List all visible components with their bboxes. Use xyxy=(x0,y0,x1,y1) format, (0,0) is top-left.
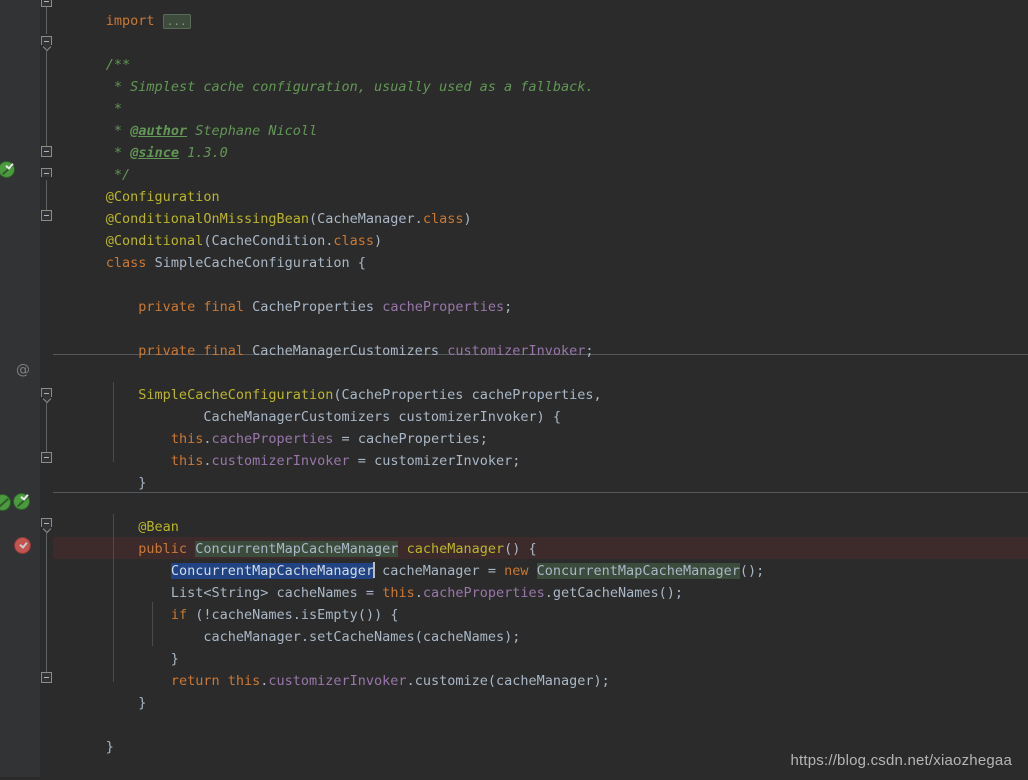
code-line[interactable]: /** xyxy=(0,32,130,73)
keyword-this: this xyxy=(170,453,204,469)
code-line[interactable]: if (!cacheNames.isEmpty()) { xyxy=(0,582,399,623)
code-line[interactable]: this.customizerInvoker = customizerInvok… xyxy=(0,428,521,469)
code-line[interactable]: @Configuration xyxy=(0,164,220,205)
field-customizer-invoker[interactable]: customizerInvoker xyxy=(447,343,585,359)
code-line[interactable]: @ConditionalOnMissingBean(CacheManager.c… xyxy=(0,186,472,227)
code-line[interactable]: } xyxy=(0,450,146,491)
class-name[interactable]: SimpleCacheConfiguration xyxy=(155,255,350,271)
param-customizer-invoker[interactable]: customizerInvoker xyxy=(374,453,512,469)
code-line[interactable]: @Bean xyxy=(0,494,179,535)
method-separator-bean xyxy=(53,492,1028,493)
type-cache-properties[interactable]: CacheProperties xyxy=(252,299,374,315)
keyword-private: private xyxy=(138,299,196,315)
code-line[interactable]: } xyxy=(0,714,114,755)
code-editor[interactable]: @ import ... /** * Simplest cache config… xyxy=(0,0,1028,777)
code-line[interactable]: } xyxy=(0,626,179,667)
code-line[interactable]: return this.customizerInvoker.customize(… xyxy=(0,648,610,689)
method-get-cache-names[interactable]: getCacheNames xyxy=(553,585,659,601)
watermark-url: https://blog.csdn.net/xiaozhegaa xyxy=(790,752,1012,769)
method-customize[interactable]: customize xyxy=(415,673,488,689)
local-var-cache-manager[interactable]: cacheManager xyxy=(203,629,301,645)
keyword-import: import xyxy=(105,13,155,29)
keyword-final: final xyxy=(203,343,244,359)
code-line[interactable]: private final CacheProperties cachePrope… xyxy=(0,274,512,315)
field-customizer-invoker[interactable]: customizerInvoker xyxy=(268,673,406,689)
code-line[interactable]: SimpleCacheConfiguration(CacheProperties… xyxy=(0,362,601,403)
javadoc-since-tag[interactable]: @since xyxy=(130,145,179,161)
code-line[interactable]: @Conditional(CacheCondition.class) xyxy=(0,208,382,249)
method-set-cache-names[interactable]: setCacheNames xyxy=(309,629,415,645)
code-line[interactable]: * xyxy=(0,76,122,117)
keyword-class: class xyxy=(105,255,147,271)
code-line[interactable]: private final CacheManagerCustomizers cu… xyxy=(0,318,593,359)
code-line[interactable]: } xyxy=(0,670,146,711)
code-content[interactable]: import ... /** * Simplest cache configur… xyxy=(0,0,1028,777)
code-line[interactable]: CacheManagerCustomizers customizerInvoke… xyxy=(0,384,561,425)
keyword-private: private xyxy=(138,343,196,359)
field-cache-properties[interactable]: cacheProperties xyxy=(382,299,504,315)
field-customizer-invoker[interactable]: customizerInvoker xyxy=(211,453,349,469)
code-line[interactable]: * Simplest cache configuration, usually … xyxy=(0,54,594,95)
field-cache-properties[interactable]: cacheProperties xyxy=(423,585,545,601)
code-line[interactable]: * @author Stephane Nicoll xyxy=(0,98,317,139)
code-line[interactable]: cacheManager.setCacheNames(cacheNames); xyxy=(0,604,520,645)
keyword-return: return xyxy=(170,673,220,689)
keyword-class-literal: class xyxy=(422,211,464,227)
fold-placeholder[interactable]: ... xyxy=(162,14,191,29)
code-line[interactable]: this.cacheProperties = cacheProperties; xyxy=(0,406,488,447)
keyword-this: this xyxy=(227,673,261,689)
type-cache-manager-customizers[interactable]: CacheManagerCustomizers xyxy=(252,343,439,359)
javadoc-since-value: 1.3.0 xyxy=(178,145,228,161)
javadoc-summary: Simplest cache configuration, usually us… xyxy=(122,79,594,95)
code-line[interactable]: ConcurrentMapCacheManager cacheManager =… xyxy=(0,538,764,579)
code-line[interactable]: */ xyxy=(0,142,130,183)
local-var-cache-manager[interactable]: cacheManager xyxy=(496,673,594,689)
local-var-cache-names[interactable]: cacheNames xyxy=(423,629,504,645)
code-line[interactable]: import ... xyxy=(0,0,191,29)
code-line[interactable]: * @since 1.3.0 xyxy=(0,120,228,161)
keyword-final: final xyxy=(203,299,244,315)
code-line[interactable]: public ConcurrentMapCacheManager cacheMa… xyxy=(0,516,537,557)
code-line[interactable]: List<String> cacheNames = this.cacheProp… xyxy=(0,560,683,601)
code-line[interactable]: class SimpleCacheConfiguration { xyxy=(0,230,366,271)
